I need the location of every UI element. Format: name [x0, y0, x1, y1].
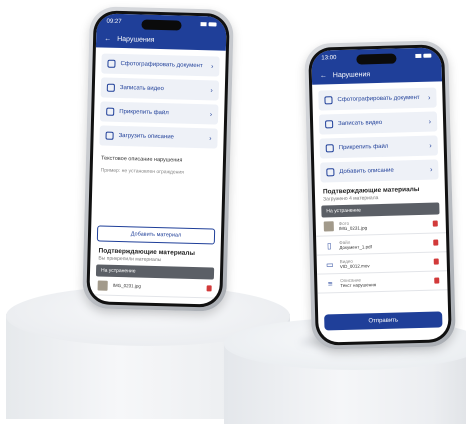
battery-icon [423, 53, 432, 58]
photo-thumbnail [323, 221, 334, 232]
left-phone: 09:27 ← Нарушения Сфотографировать докум… [82, 6, 234, 312]
dynamic-island [356, 53, 397, 65]
menu-item-label: Загрузить описание [118, 132, 174, 141]
video-icon: ▭ [325, 259, 334, 269]
material-name: Текст нарушения [340, 282, 377, 289]
battery-icon [208, 22, 217, 27]
group-header-label: На устранение [326, 207, 361, 215]
delete-icon[interactable] [434, 277, 440, 284]
material-text: Описание Текст нарушения [340, 275, 429, 288]
material-name: VID_0012.mov [339, 263, 370, 270]
menu-item-label: Записать видео [338, 119, 383, 128]
menu-item-label: Сфотографировать документ [337, 94, 420, 104]
file-icon [325, 144, 334, 153]
back-arrow-icon[interactable]: ← [104, 35, 111, 42]
page-title: Нарушения [117, 35, 155, 44]
delete-icon[interactable] [433, 258, 439, 265]
chevron-right-icon: › [428, 94, 431, 102]
chevron-right-icon: › [209, 134, 212, 142]
menu-item-label: Сфотографировать документ [120, 60, 203, 70]
camera-icon [107, 59, 116, 68]
left-app-header: 09:27 ← Нарушения [95, 13, 227, 51]
list-item[interactable]: IMG_0231.jpg [89, 276, 220, 299]
right-phone-screen: 13:00 ← Нарушения Сфотографировать докум… [311, 47, 449, 343]
camera-icon [324, 96, 333, 105]
material-text: Файл Документ_1.pdf [339, 237, 428, 250]
document-icon [105, 131, 114, 140]
delete-icon[interactable] [206, 285, 212, 292]
right-app-header: 13:00 ← Нарушения [311, 47, 443, 85]
left-phone-screen: 09:27 ← Нарушения Сфотографировать докум… [89, 13, 227, 305]
menu-item-label: Записать видео [119, 84, 164, 93]
list-item[interactable]: ≡ Описание Текст нарушения [317, 271, 448, 294]
chevron-right-icon: › [429, 166, 433, 174]
signal-icon [200, 22, 207, 27]
page-title: Нарушения [332, 70, 371, 79]
video-icon [325, 120, 334, 129]
description-textarea[interactable]: Пример: не установлен ограждения [91, 167, 222, 228]
chevron-right-icon: › [211, 62, 214, 70]
menu-item-label: Добавить описание [339, 167, 394, 176]
chevron-right-icon: › [210, 86, 213, 94]
signal-icon [415, 53, 422, 59]
video-icon [106, 83, 115, 92]
status-icons [200, 22, 217, 27]
status-time: 09:27 [106, 18, 122, 25]
back-arrow-icon[interactable]: ← [320, 72, 327, 79]
text-icon: ≡ [327, 278, 333, 288]
menu-item-label: Прикрепить файл [119, 108, 169, 117]
material-text: Фото IMG_0231.jpg [339, 218, 428, 231]
dynamic-island [141, 19, 182, 31]
menu-item-file[interactable]: Прикрепить файл › [99, 101, 219, 125]
material-name: IMG_0231.jpg [112, 283, 142, 289]
menu-item-video[interactable]: Записать видео › [318, 111, 438, 135]
submit-button[interactable]: Отправить [324, 311, 443, 331]
menu-item-file[interactable]: Прикрепить файл › [319, 135, 438, 159]
chevron-right-icon: › [429, 142, 432, 150]
menu-item-video[interactable]: Записать видео › [100, 77, 220, 101]
document-icon [326, 168, 335, 177]
file-icon [106, 107, 115, 116]
menu-item-label: Прикрепить файл [338, 143, 389, 152]
right-phone: 13:00 ← Нарушения Сфотографировать докум… [304, 40, 456, 350]
delete-icon[interactable] [432, 220, 438, 227]
material-name: Документ_1.pdf [339, 244, 372, 251]
material-text: Видео VID_0012.mov [340, 256, 429, 269]
chevron-right-icon: › [209, 110, 213, 118]
status-time: 13:00 [321, 55, 337, 62]
menu-item-photo[interactable]: Сфотографировать документ › [101, 53, 220, 77]
group-header-label: На устранение [100, 267, 136, 275]
photo-thumbnail [97, 280, 108, 291]
status-icons [415, 53, 432, 59]
delete-icon[interactable] [433, 239, 439, 246]
material-name: IMG_0231.jpg [338, 225, 368, 232]
file-icon: ▯ [326, 240, 332, 250]
menu-item-photo[interactable]: Сфотографировать документ › [318, 87, 437, 111]
chevron-right-icon: › [428, 118, 432, 126]
